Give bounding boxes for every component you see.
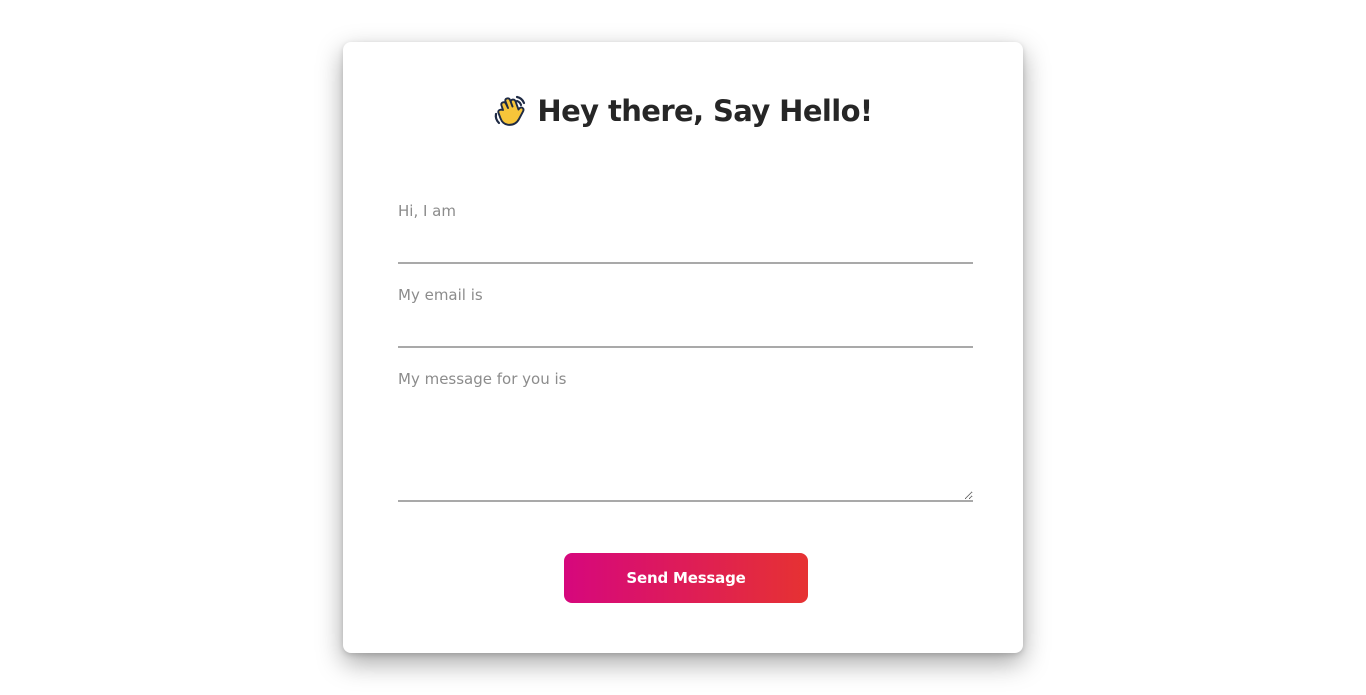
email-input[interactable] xyxy=(398,304,973,348)
page-title: Hey there, Say Hello! xyxy=(537,94,873,128)
name-field-label: Hi, I am xyxy=(398,202,456,220)
send-message-button[interactable]: Send Message xyxy=(564,553,808,603)
name-field-group: Hi, I am xyxy=(398,202,973,264)
contact-form-card: Hey there, Say Hello! Hi, I am My email … xyxy=(343,42,1023,653)
email-field-label: My email is xyxy=(398,286,483,304)
waving-hand-icon xyxy=(493,94,527,128)
page: Hey there, Say Hello! Hi, I am My email … xyxy=(0,0,1366,695)
message-field-label: My message for you is xyxy=(398,370,567,388)
email-field-group: My email is xyxy=(398,286,973,348)
message-field-group: My message for you is xyxy=(398,370,973,502)
name-input[interactable] xyxy=(398,220,973,264)
form-header: Hey there, Say Hello! xyxy=(343,92,1023,130)
message-textarea[interactable] xyxy=(398,388,973,502)
